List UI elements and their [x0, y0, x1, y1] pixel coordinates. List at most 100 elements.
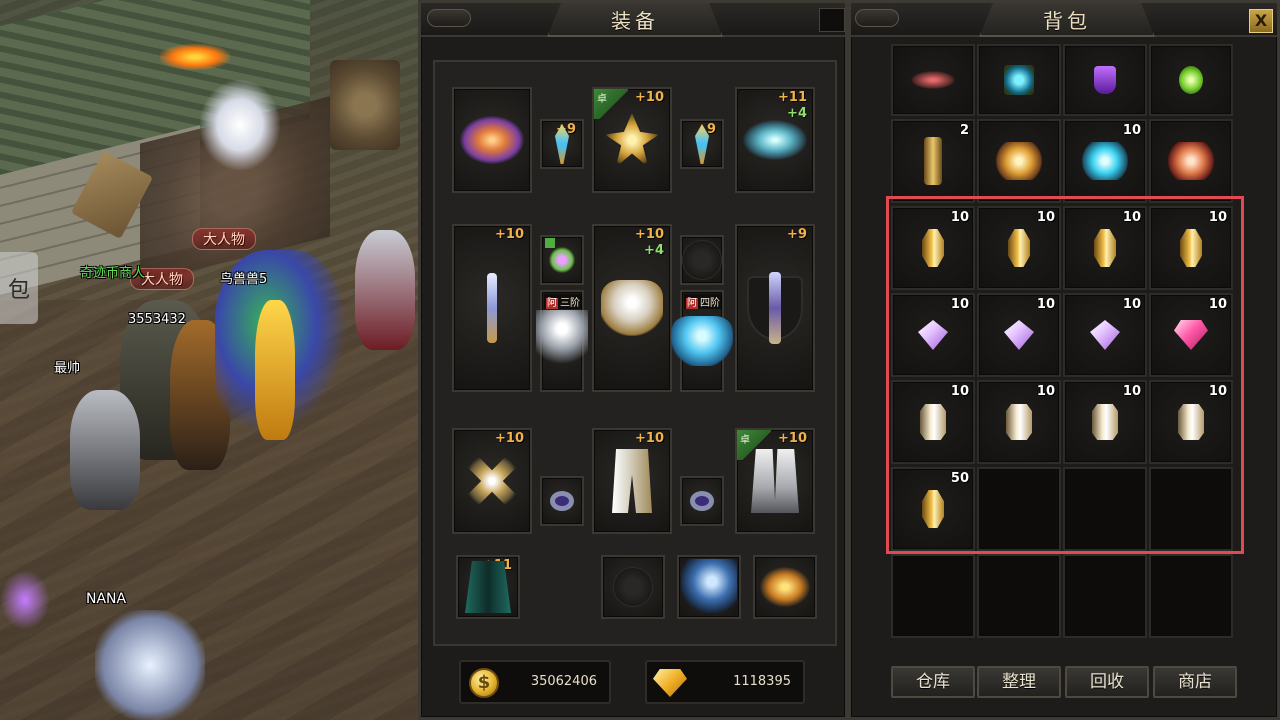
- flower-icon: [549, 247, 575, 273]
- item-count: 10: [1122, 384, 1141, 399]
- slot-pants[interactable]: +10: [592, 428, 672, 534]
- gauntlet-icon: [465, 454, 519, 508]
- bag-cell-empty[interactable]: [1063, 467, 1147, 551]
- slot-gloves[interactable]: +10: [452, 428, 532, 534]
- slot-ring-left[interactable]: [540, 476, 584, 526]
- slot-scepter[interactable]: +9: [735, 224, 815, 392]
- slot-flower[interactable]: [540, 235, 584, 285]
- slot-boots[interactable]: 卓 +10: [735, 428, 815, 534]
- bag-cell[interactable]: 10: [891, 380, 975, 464]
- bag-cell[interactable]: [891, 44, 975, 116]
- green-orb-icon: [1179, 66, 1203, 94]
- bag-cell-empty[interactable]: [891, 554, 975, 638]
- bag-cell[interactable]: 10: [1149, 293, 1233, 377]
- bag-panel: 背包 X 2 10 10 10 10 10 10 10 10 10 10 10 …: [848, 0, 1280, 720]
- slot-level: +10: [635, 431, 664, 446]
- slot-horn[interactable]: [753, 555, 817, 619]
- item-count: 10: [1036, 210, 1055, 225]
- torch-fire: [160, 44, 230, 70]
- slot-cape[interactable]: +11: [456, 555, 520, 619]
- slot-weapon-left[interactable]: +10: [452, 224, 532, 392]
- bag-cell[interactable]: 10: [891, 293, 975, 377]
- bag-cell[interactable]: [977, 44, 1061, 116]
- header-ornament-icon: [855, 9, 899, 27]
- item-count: 10: [1036, 297, 1055, 312]
- bag-cell-empty[interactable]: [1063, 554, 1147, 638]
- slot-level: +10: [635, 227, 664, 242]
- armored-player[interactable]: [355, 230, 415, 350]
- gold-emblem-icon: [605, 113, 659, 167]
- bag-cell[interactable]: 10: [1149, 206, 1233, 290]
- recycle-button[interactable]: 回收: [1065, 666, 1149, 698]
- angel-npc[interactable]: [200, 80, 280, 170]
- slot-amulet-right[interactable]: 9: [680, 119, 724, 169]
- red-chest-icon: [1166, 142, 1216, 180]
- bag-cell[interactable]: 50: [891, 467, 975, 551]
- bag-cell-empty[interactable]: [1149, 467, 1233, 551]
- bag-cell[interactable]: 10: [977, 206, 1061, 290]
- slot-empty-rune[interactable]: [680, 235, 724, 285]
- ring-icon: [550, 491, 574, 511]
- gold-amount: 35062406: [530, 674, 597, 689]
- item-count: 50: [950, 471, 969, 486]
- bag-cell[interactable]: 10: [1063, 119, 1147, 203]
- item-count: 10: [950, 210, 969, 225]
- slot-helmet[interactable]: 卓 +10: [592, 87, 672, 193]
- bag-cell[interactable]: 10: [891, 206, 975, 290]
- bag-side-tab[interactable]: 包: [0, 252, 38, 324]
- bag-cell-empty[interactable]: [977, 554, 1061, 638]
- slot-wings[interactable]: [452, 87, 532, 193]
- item-count: 10: [1208, 384, 1227, 399]
- bag-cell[interactable]: 10: [1149, 380, 1233, 464]
- warehouse-button[interactable]: 仓库: [891, 666, 975, 698]
- lion-statue: [330, 60, 400, 150]
- bag-cell[interactable]: 10: [977, 380, 1061, 464]
- purple-potion-icon: [1094, 66, 1116, 94]
- bag-cell[interactable]: 2: [891, 119, 975, 203]
- golden-knight[interactable]: [255, 300, 295, 440]
- bag-cell[interactable]: [1149, 119, 1233, 203]
- game-world-view[interactable]: 大人物 大人物 奇迹币商人 鸟兽兽5 3553432 最帅 NANA 包: [0, 0, 418, 720]
- slot-wings-secondary[interactable]: +11 +4: [735, 87, 815, 193]
- gold-ore-icon: [1008, 229, 1030, 267]
- slot-knight[interactable]: 0: [677, 555, 741, 619]
- slot-level: +10: [635, 90, 664, 105]
- violet-diamond-icon: [1004, 320, 1034, 350]
- bag-cell[interactable]: 10: [1063, 380, 1147, 464]
- bag-cell-empty[interactable]: [1149, 554, 1233, 638]
- orange-wings-icon: [460, 116, 524, 164]
- empty-rune-icon: [613, 567, 653, 607]
- bag-cell-empty[interactable]: [977, 467, 1061, 551]
- gold-ore-icon: [1180, 229, 1202, 267]
- excellent-tag: 卓: [594, 89, 628, 119]
- gold-gem-icon: [653, 669, 687, 697]
- player-character-zuishuai[interactable]: [70, 390, 140, 510]
- empty-rune-icon: [682, 240, 722, 280]
- white-armored-player[interactable]: [95, 610, 205, 720]
- slot-level: +9: [787, 227, 807, 242]
- slot-armor[interactable]: +10 +4: [592, 224, 672, 392]
- stage-label: 四阶: [700, 298, 720, 309]
- white-armor-icon: [601, 280, 663, 336]
- stage-label: 三阶: [560, 298, 580, 309]
- slot-ring-right[interactable]: [680, 476, 724, 526]
- bag-cell[interactable]: 10: [1063, 293, 1147, 377]
- bag-cell[interactable]: [1063, 44, 1147, 116]
- stage-tag: 阿三阶: [544, 294, 582, 309]
- bag-cell[interactable]: 10: [1063, 206, 1147, 290]
- slot-empty[interactable]: [601, 555, 665, 619]
- slot-armor-blue[interactable]: 阿四阶: [671, 290, 733, 392]
- item-count: 2: [959, 123, 969, 138]
- teal-wings-icon: [743, 120, 807, 160]
- sort-button[interactable]: 整理: [977, 666, 1061, 698]
- bag-cell[interactable]: [977, 119, 1061, 203]
- bag-cell[interactable]: 10: [977, 293, 1061, 377]
- shop-button[interactable]: 商店: [1153, 666, 1237, 698]
- slot-amulet-left[interactable]: +9: [540, 119, 584, 169]
- close-button[interactable]: X: [1249, 9, 1273, 33]
- npc-nametag[interactable]: 奇迹币商人: [80, 262, 145, 281]
- cape-icon: [465, 561, 511, 613]
- stage-num: 阿: [546, 298, 558, 309]
- bag-cell[interactable]: [1149, 44, 1233, 116]
- slot-axe[interactable]: 阿三阶: [536, 290, 588, 392]
